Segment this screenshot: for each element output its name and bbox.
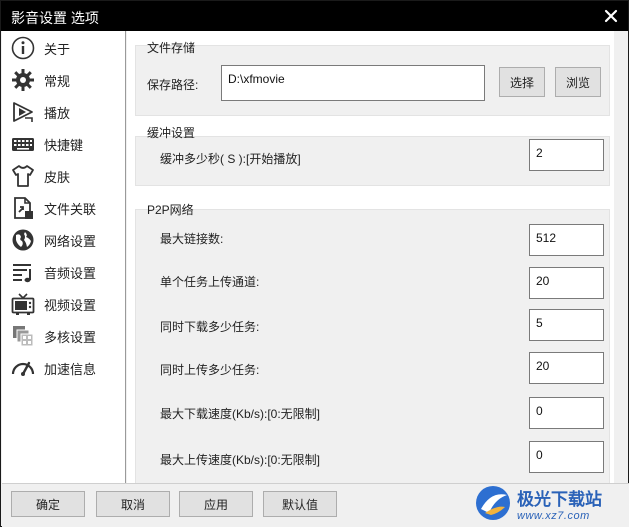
sidebar-item-label: 皮肤 — [44, 169, 71, 185]
sidebar-item-label: 播放 — [44, 105, 71, 121]
sidebar-item-audio[interactable]: 音频设置 — [2, 256, 126, 288]
watermark: 极光下载站 www.xz7.com — [473, 479, 629, 527]
buffer-seconds-label: 缓冲多少秒( S ):[开始播放] — [160, 152, 301, 166]
sidebar-item-acceleration[interactable]: 加速信息 — [2, 352, 126, 384]
file-link-icon — [10, 195, 36, 221]
shirt-icon — [10, 163, 36, 189]
concurrent-uploads-input[interactable]: 20 — [529, 352, 604, 384]
scrollbar-track[interactable] — [614, 31, 628, 483]
audio-list-icon — [10, 259, 36, 285]
sidebar-item-multicore[interactable]: 多核设置 — [2, 320, 126, 352]
browse-button[interactable]: 浏览 — [555, 67, 601, 97]
select-button[interactable]: 选择 — [499, 67, 545, 97]
file-storage-title: 文件存储 — [147, 41, 196, 55]
sidebar-item-label: 快捷键 — [44, 137, 84, 153]
buffer-seconds-input[interactable]: 2 — [529, 139, 604, 171]
window-title: 影音设置 选项 — [11, 10, 99, 26]
ok-button[interactable]: 确定 — [11, 491, 85, 517]
buffer-title: 缓冲设置 — [147, 126, 196, 140]
globe-icon — [10, 227, 36, 253]
sidebar: 关于 常规 播放 快捷键 皮肤 文件关联 网络设置 音频设置 视频设置 多核设置… — [2, 31, 126, 483]
sidebar-item-about[interactable]: 关于 — [2, 32, 126, 64]
upload-channels-input[interactable]: 20 — [529, 267, 604, 299]
sidebar-item-file-association[interactable]: 文件关联 — [2, 192, 126, 224]
sidebar-item-label: 网络设置 — [44, 233, 97, 249]
sidebar-item-label: 关于 — [44, 41, 71, 57]
watermark-url: www.xz7.com — [517, 509, 590, 522]
max-connections-input[interactable]: 512 — [529, 224, 604, 256]
sidebar-item-label: 文件关联 — [44, 201, 97, 217]
sidebar-item-label: 加速信息 — [44, 361, 97, 377]
gear-icon — [10, 67, 36, 93]
max-connections-label: 最大链接数: — [160, 232, 224, 246]
concurrent-uploads-label: 同时上传多少任务: — [160, 363, 260, 377]
default-button[interactable]: 默认值 — [263, 491, 337, 517]
tv-icon — [10, 291, 36, 317]
save-path-label: 保存路径: — [147, 78, 199, 92]
speedometer-icon — [10, 355, 36, 381]
concurrent-downloads-label: 同时下载多少任务: — [160, 320, 260, 334]
max-upload-speed-input[interactable]: 0 — [529, 441, 604, 473]
info-icon — [10, 35, 36, 61]
sidebar-item-general[interactable]: 常规 — [2, 64, 126, 96]
sidebar-item-skin[interactable]: 皮肤 — [2, 160, 126, 192]
watermark-title: 极光下载站 — [517, 489, 602, 510]
play-icon — [10, 99, 36, 125]
settings-content[interactable]: 文件存储 保存路径: D:\xfmovie 选择 浏览 缓冲设置 缓冲多少秒( … — [127, 31, 628, 483]
sidebar-item-label: 常规 — [44, 73, 71, 89]
max-download-speed-label: 最大下载速度(Kb/s):[0:无限制] — [160, 407, 321, 421]
sidebar-item-label: 多核设置 — [44, 329, 97, 345]
sidebar-item-network[interactable]: 网络设置 — [2, 224, 126, 256]
close-button[interactable] — [600, 5, 622, 27]
watermark-logo-icon — [476, 486, 510, 520]
max-download-speed-input[interactable]: 0 — [529, 397, 604, 429]
upload-channels-label: 单个任务上传通道: — [160, 275, 260, 289]
max-upload-speed-label: 最大上传速度(Kb/s):[0:无限制] — [160, 453, 321, 467]
p2p-title: P2P网络 — [147, 203, 194, 217]
cancel-button[interactable]: 取消 — [96, 491, 170, 517]
keyboard-icon — [10, 131, 36, 157]
multicore-icon — [10, 323, 36, 349]
save-path-input[interactable]: D:\xfmovie — [221, 65, 485, 101]
sidebar-item-shortcuts[interactable]: 快捷键 — [2, 128, 126, 160]
sidebar-item-label: 音频设置 — [44, 265, 97, 281]
sidebar-item-video[interactable]: 视频设置 — [2, 288, 126, 320]
sidebar-item-label: 视频设置 — [44, 297, 97, 313]
close-icon — [604, 9, 618, 23]
sidebar-item-playback[interactable]: 播放 — [2, 96, 126, 128]
apply-button[interactable]: 应用 — [179, 491, 253, 517]
settings-window: 影音设置 选项 关于 常规 播放 快捷键 皮肤 文件关联 网络设置 音频设置 视… — [0, 0, 629, 527]
concurrent-downloads-input[interactable]: 5 — [529, 309, 604, 341]
title-bar[interactable]: 影音设置 选项 — [1, 1, 628, 31]
